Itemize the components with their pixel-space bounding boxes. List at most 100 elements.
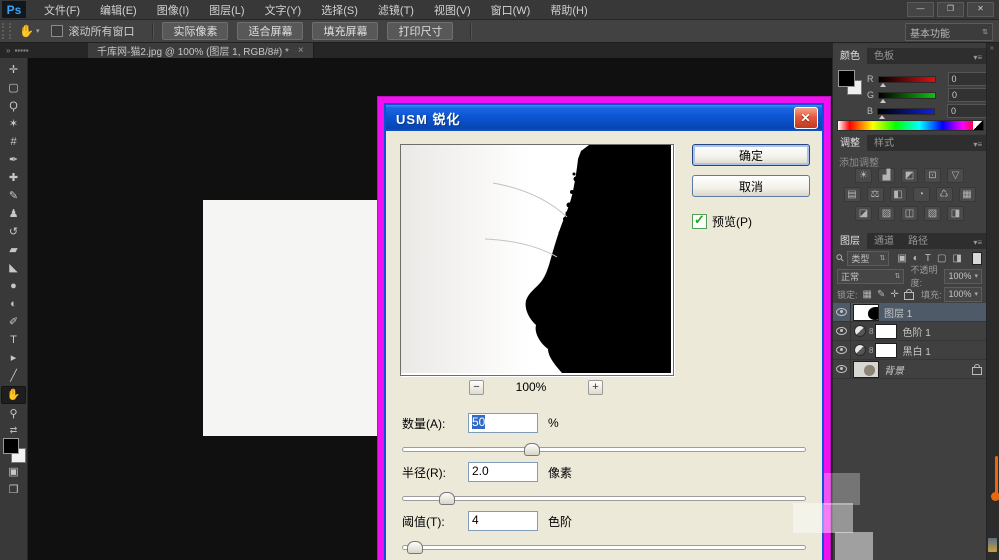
workspace-switcher[interactable]: 基本功能 ⇅	[905, 23, 993, 41]
adjustment-icon-2-2[interactable]: ◫	[901, 206, 918, 221]
pen-tool[interactable]: ✐	[2, 314, 25, 330]
zoom-tool[interactable]: ⚲	[2, 406, 25, 422]
paint-bucket-tool[interactable]: ◣	[2, 260, 25, 276]
lock-all-icon[interactable]	[904, 292, 914, 300]
dialog-close-button[interactable]: ✕	[794, 107, 818, 129]
adjustment-icon-0-4[interactable]: ▽	[947, 168, 964, 183]
panel-menu-icon[interactable]: ▾≡	[969, 236, 986, 249]
radius-slider-track[interactable]	[402, 496, 806, 501]
amount-slider-thumb[interactable]	[524, 443, 540, 456]
channel-value[interactable]: 0	[947, 104, 988, 118]
layer-row[interactable]: 背景	[833, 360, 986, 379]
color-spectrum-ramp[interactable]	[837, 120, 984, 131]
menu-item-1[interactable]: 编辑(E)	[90, 2, 147, 18]
scroll-all-windows-checkbox[interactable]	[51, 25, 63, 37]
visibility-cell[interactable]	[833, 322, 851, 340]
threshold-input[interactable]: 4	[468, 511, 538, 531]
layer-mask-thumbnail[interactable]	[875, 343, 897, 358]
blur-tool[interactable]: ●	[2, 278, 25, 294]
eye-icon[interactable]	[836, 346, 847, 354]
preview-checkbox[interactable]	[692, 214, 707, 229]
menu-item-9[interactable]: 帮助(H)	[540, 2, 597, 18]
tab-styles[interactable]: 样式	[867, 132, 901, 151]
adjustment-icon-0-3[interactable]: ⊡	[924, 168, 941, 183]
lock-icon-0[interactable]: ▦	[863, 289, 872, 300]
tab-channels[interactable]: 通道	[867, 230, 901, 249]
filter-icon-0[interactable]: ▣	[897, 253, 906, 264]
collapse-panels-icon[interactable]: »	[990, 45, 994, 52]
foreground-color-swatch[interactable]	[3, 438, 19, 454]
history-brush-tool[interactable]: ↺	[2, 224, 25, 240]
view-button-2[interactable]: 填充屏幕	[312, 22, 378, 40]
layer-mask-thumbnail[interactable]	[875, 324, 897, 339]
filter-preview[interactable]	[400, 144, 674, 376]
magic-wand-tool[interactable]: ✶	[2, 116, 25, 132]
zoom-in-button[interactable]: +	[588, 380, 603, 395]
restore-button[interactable]: ❐	[937, 2, 964, 17]
menu-item-8[interactable]: 窗口(W)	[481, 2, 541, 18]
filter-icon-4[interactable]: ◨	[952, 253, 961, 264]
adjustment-icon-1-4[interactable]: ♺	[936, 187, 953, 202]
adjustment-icon-0-1[interactable]: ▟	[878, 168, 895, 183]
filter-kind-select[interactable]: 类型 ⇅	[847, 251, 889, 266]
menu-item-5[interactable]: 选择(S)	[311, 2, 368, 18]
channel-slider-thumb[interactable]	[880, 83, 886, 87]
eraser-tool[interactable]: ▰	[2, 242, 25, 258]
document-tab[interactable]: 千库网-猫2.jpg @ 100% (图层 1, RGB/8#) * ×	[88, 43, 314, 58]
screen-mode-icon[interactable]: ❐	[2, 482, 25, 498]
tool-preset-caret-icon[interactable]: ▾	[36, 27, 40, 35]
color-swatches[interactable]	[2, 438, 26, 464]
view-button-0[interactable]: 实际像素	[162, 22, 228, 40]
ok-button[interactable]: 确定	[692, 144, 810, 166]
radius-slider-thumb[interactable]	[439, 492, 455, 505]
adjustment-icon-2-0[interactable]: ◪	[855, 206, 872, 221]
layer-thumbnail[interactable]	[853, 361, 879, 378]
marquee-tool[interactable]: ▢	[2, 80, 25, 96]
visibility-cell[interactable]	[833, 303, 851, 321]
line-tool[interactable]: ╱	[2, 368, 25, 384]
tab-paths[interactable]: 路径	[901, 230, 935, 249]
menu-item-0[interactable]: 文件(F)	[34, 2, 90, 18]
brush-tool[interactable]: ✎	[2, 188, 25, 204]
radius-input[interactable]: 2.0	[468, 462, 538, 482]
adjustment-icon-2-3[interactable]: ▧	[924, 206, 941, 221]
layer-thumbnail[interactable]	[853, 304, 879, 321]
adjustment-icon-2-1[interactable]: ▨	[878, 206, 895, 221]
close-document-icon[interactable]: ×	[298, 45, 304, 56]
type-tool[interactable]: T	[2, 332, 25, 348]
crop-tool[interactable]: #	[2, 134, 25, 150]
adjustment-icon-2-4[interactable]: ◨	[947, 206, 964, 221]
menu-item-7[interactable]: 视图(V)	[424, 2, 481, 18]
channel-slider-thumb[interactable]	[879, 115, 885, 119]
dialog-title-bar[interactable]: USM 锐化 ✕	[386, 105, 822, 131]
close-window-button[interactable]: ✕	[967, 2, 994, 17]
filter-toggle-icon[interactable]	[972, 252, 982, 265]
eye-icon[interactable]	[836, 327, 847, 335]
foreground-color-swatch[interactable]	[838, 70, 855, 87]
blend-mode-select[interactable]: 正常 ⇅	[837, 269, 904, 284]
menu-item-3[interactable]: 图层(L)	[199, 2, 254, 18]
quick-mask-icon[interactable]: ▣	[2, 464, 25, 480]
tab-color[interactable]: 颜色	[833, 45, 867, 64]
eye-icon[interactable]	[836, 308, 847, 316]
eye-icon[interactable]	[836, 365, 847, 373]
channel-gradient[interactable]	[877, 108, 935, 115]
lasso-tool[interactable]: Ϙ	[2, 98, 25, 114]
visibility-cell[interactable]	[833, 360, 851, 378]
channel-gradient[interactable]	[878, 92, 936, 99]
adjustment-icon-1-5[interactable]: ▦	[959, 187, 976, 202]
tab-layers[interactable]: 图层	[833, 230, 867, 249]
opacity-value[interactable]: 100% ▾	[944, 269, 982, 284]
cancel-button[interactable]: 取消	[692, 175, 810, 197]
tools-panel-header[interactable]: »▪▪▪▪▪	[0, 43, 66, 58]
clone-stamp-tool[interactable]: ♟	[2, 206, 25, 222]
visibility-cell[interactable]	[833, 341, 851, 359]
zoom-out-button[interactable]: −	[469, 380, 484, 395]
lock-icon-1[interactable]: ✎	[877, 289, 885, 300]
threshold-slider-thumb[interactable]	[407, 541, 423, 554]
eyedropper-tool[interactable]: ✒	[2, 152, 25, 168]
healing-brush-tool[interactable]: ✚	[2, 170, 25, 186]
minimize-button[interactable]: —	[907, 2, 934, 17]
view-button-3[interactable]: 打印尺寸	[387, 22, 453, 40]
menu-item-4[interactable]: 文字(Y)	[255, 2, 312, 18]
